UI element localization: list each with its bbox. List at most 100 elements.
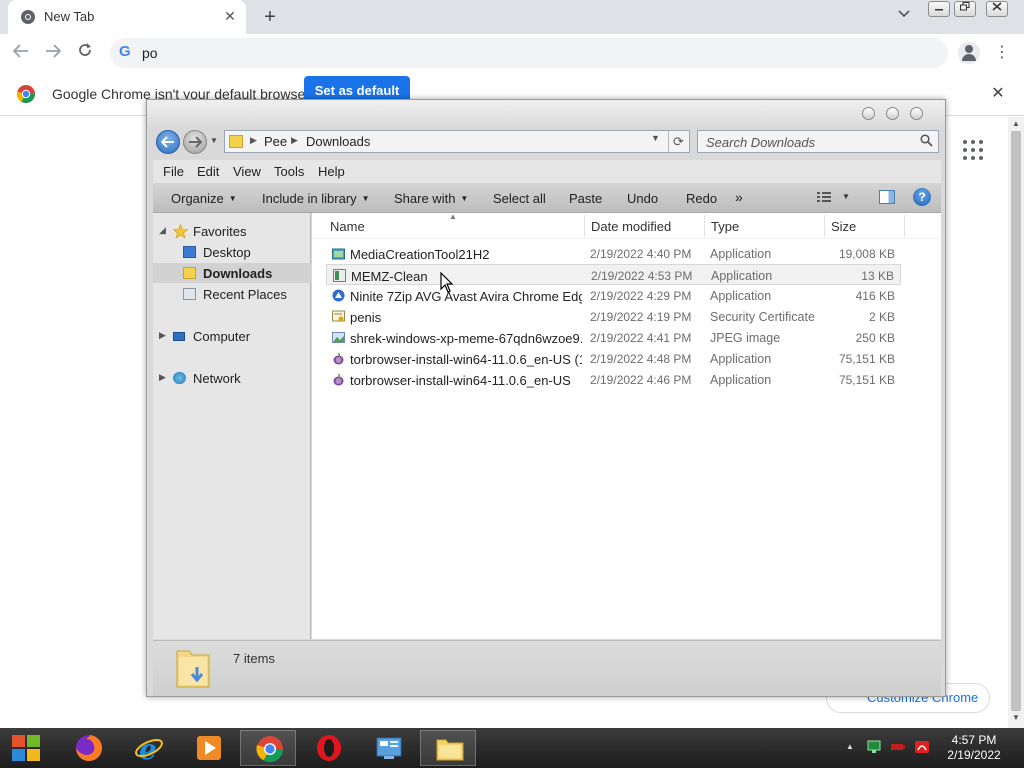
nav-recent-places-label: Recent Places [203, 287, 287, 302]
taskbar-file-explorer[interactable] [420, 730, 476, 766]
nav-downloads-label: Downloads [203, 266, 273, 281]
file-size: 19,008 KB [838, 247, 895, 261]
kebab-menu-icon[interactable]: ⋮ [994, 42, 1010, 64]
file-name: penis [350, 310, 382, 325]
back-arrow-icon[interactable] [8, 40, 34, 66]
minimize-circle-button[interactable] [862, 107, 875, 120]
taskbar-internet-explorer[interactable]: e [120, 730, 176, 766]
taskbar-chrome[interactable] [240, 730, 296, 766]
show-hidden-icons-arrow-icon[interactable]: ▲ [846, 742, 854, 751]
nav-computer[interactable]: ▶ Computer [153, 326, 311, 346]
power-tray-icon[interactable] [890, 740, 906, 754]
file-row[interactable]: torbrowser-install-win64-11.0.6_en-US (1… [326, 348, 901, 369]
file-row[interactable]: MediaCreationTool21H2 2/19/2022 4:40 PM … [326, 243, 901, 264]
back-button[interactable] [156, 130, 180, 154]
maximize-circle-button[interactable] [886, 107, 899, 120]
reload-icon[interactable] [72, 40, 98, 66]
file-date: 2/19/2022 4:40 PM [590, 247, 692, 261]
taskbar-media-player[interactable] [180, 730, 236, 766]
menu-tools[interactable]: Tools [274, 164, 304, 179]
file-row[interactable]: MEMZ-Clean 2/19/2022 4:53 PM Application… [326, 264, 901, 285]
volume-muted-tray-icon[interactable] [914, 740, 930, 754]
search-placeholder: Search Downloads [706, 135, 816, 150]
command-bar: Organize ▼ Include in library ▼ Share with… [153, 182, 941, 213]
taskbar-control-panel[interactable] [360, 730, 416, 766]
breadcrumb-pee[interactable]: Pee [264, 134, 287, 149]
profile-avatar-icon[interactable] [958, 42, 980, 64]
expand-triangle-icon[interactable]: ▶ [159, 330, 166, 341]
column-size[interactable]: Size [831, 219, 856, 234]
restore-button[interactable] [954, 1, 976, 17]
new-tab-button[interactable]: + [258, 5, 282, 29]
collapse-triangle-icon[interactable]: ◢ [159, 225, 166, 236]
address-bar[interactable]: ▶ Pee ▶ Downloads ▼ ⟳ [224, 130, 690, 153]
scroll-down-arrow-icon[interactable]: ▼ [1008, 713, 1024, 725]
column-divider[interactable] [704, 215, 705, 237]
undo-button[interactable]: Undo [627, 191, 658, 206]
column-date-modified[interactable]: Date modified [591, 219, 671, 234]
file-row[interactable]: shrek-windows-xp-meme-67qdn6wzoe9... 2/1… [326, 327, 901, 348]
file-row[interactable]: Ninite 7Zip AVG Avast Avira Chrome Edg..… [326, 285, 901, 306]
close-window-button[interactable] [986, 1, 1008, 17]
forward-arrow-icon[interactable] [40, 40, 66, 66]
nav-downloads[interactable]: Downloads [153, 263, 311, 283]
column-divider[interactable] [824, 215, 825, 237]
help-icon[interactable]: ? [913, 188, 931, 206]
internet-explorer-icon: e [135, 733, 163, 763]
expand-triangle-icon[interactable]: ▶ [159, 372, 166, 383]
file-date: 2/19/2022 4:29 PM [590, 289, 692, 303]
breadcrumb-downloads[interactable]: Downloads [306, 134, 370, 149]
menu-view[interactable]: View [233, 164, 261, 179]
select-all-button[interactable]: Select all [493, 191, 546, 206]
forward-button[interactable] [183, 130, 207, 154]
column-divider[interactable] [904, 215, 905, 237]
file-size: 2 KB [868, 310, 895, 324]
nav-desktop[interactable]: Desktop [153, 242, 311, 262]
refresh-icon[interactable]: ⟳ [668, 131, 688, 152]
nav-network[interactable]: ▶ Network [153, 368, 311, 388]
tab-close-icon[interactable]: ✕ [220, 6, 240, 26]
address-row: ▼ ▶ Pee ▶ Downloads ▼ ⟳ Search Downloads [147, 126, 945, 158]
explorer-titlebar[interactable] [147, 100, 945, 126]
tab-new-tab[interactable]: New Tab ✕ [8, 0, 246, 34]
minimize-button[interactable] [928, 1, 950, 17]
apps-grid-icon[interactable] [962, 139, 984, 161]
file-row[interactable]: torbrowser-install-win64-11.0.6_en-US 2/… [326, 369, 901, 390]
page-scrollbar[interactable]: ▲ ▼ [1008, 117, 1024, 728]
share-with-button[interactable]: Share with ▼ [394, 191, 468, 206]
tab-search-chevron-icon[interactable] [894, 7, 914, 27]
taskbar-opera[interactable] [300, 730, 356, 766]
search-input[interactable]: Search Downloads [697, 130, 939, 153]
system-clock[interactable]: 4:57 PM 2/19/2022 [944, 733, 1004, 763]
breadcrumb-separator-icon[interactable]: ▶ [250, 135, 257, 146]
change-view-icon[interactable] [817, 191, 831, 203]
menu-help[interactable]: Help [318, 164, 345, 179]
paste-button[interactable]: Paste [569, 191, 602, 206]
column-name[interactable]: Name [330, 219, 365, 234]
organize-button[interactable]: Organize ▼ [171, 191, 237, 206]
scroll-up-arrow-icon[interactable]: ▲ [1008, 119, 1024, 131]
breadcrumb-separator-icon[interactable]: ▶ [291, 135, 298, 146]
nav-recent-places[interactable]: Recent Places [153, 284, 311, 304]
include-in-library-button[interactable]: Include in library ▼ [262, 191, 370, 206]
menu-file[interactable]: File [163, 164, 184, 179]
network-tray-icon[interactable] [866, 740, 882, 754]
close-circle-button[interactable] [910, 107, 923, 120]
column-type[interactable]: Type [711, 219, 739, 234]
mouse-cursor-icon [440, 272, 454, 293]
column-divider[interactable] [584, 215, 585, 237]
more-commands-chevron-icon[interactable]: » [735, 189, 743, 205]
infobar-close-icon[interactable]: ✕ [988, 84, 1008, 104]
scrollbar-thumb[interactable] [1011, 131, 1021, 711]
taskbar-firefox[interactable] [60, 730, 116, 766]
recent-pages-dropdown-icon[interactable]: ▼ [210, 136, 220, 146]
address-dropdown-icon[interactable]: ▼ [651, 133, 660, 143]
preview-pane-icon[interactable] [879, 190, 895, 204]
redo-button[interactable]: Redo [686, 191, 717, 206]
nav-favorites[interactable]: ◢ Favorites [153, 221, 311, 241]
omnibox[interactable]: G po [110, 38, 948, 68]
view-dropdown-caret-icon[interactable]: ▼ [842, 192, 850, 201]
menu-edit[interactable]: Edit [197, 164, 219, 179]
start-windows-logo-icon[interactable] [6, 732, 46, 764]
file-row[interactable]: penis 2/19/2022 4:19 PM Security Certifi… [326, 306, 901, 327]
